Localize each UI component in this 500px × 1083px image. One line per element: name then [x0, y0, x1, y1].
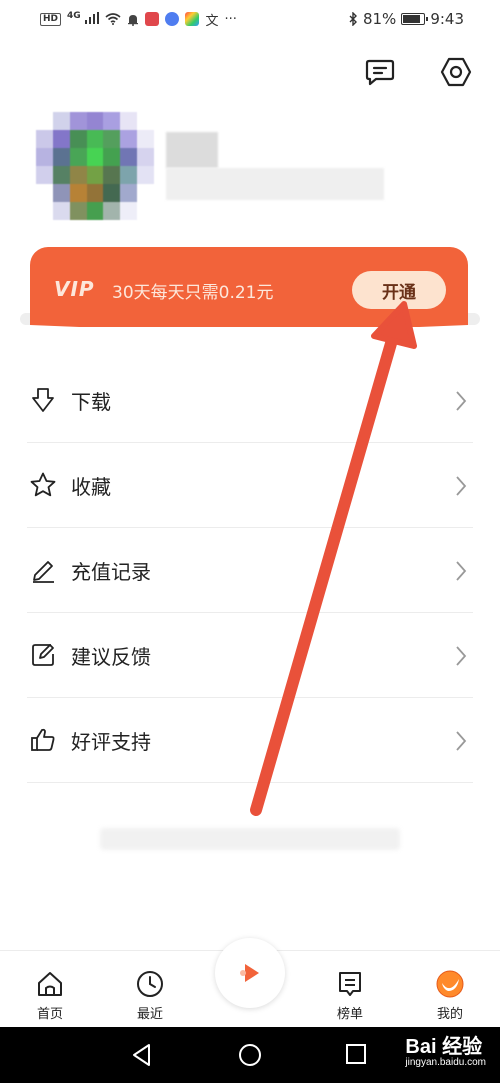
status-bar-right: 81% 9:43: [349, 10, 464, 28]
tab-label: 最近: [136, 1007, 163, 1022]
vip-logo: VIP: [54, 277, 95, 301]
tab-label: 榜单: [336, 1007, 363, 1022]
menu-item-recharge-history[interactable]: 充值记录: [27, 528, 473, 613]
app-icon: [145, 12, 160, 26]
play-button[interactable]: [215, 938, 285, 1008]
recents-icon[interactable]: [345, 1043, 367, 1065]
watermark: Bai 经验 jingyan.baidu.com: [405, 1030, 486, 1068]
status-bar-left: HD 4G 文 ···: [40, 10, 237, 29]
battery-icon: [401, 13, 429, 25]
tab-recent[interactable]: 最近: [120, 969, 180, 1022]
home-nav-icon[interactable]: [238, 1043, 262, 1067]
back-icon[interactable]: [131, 1043, 153, 1067]
app-icon: [165, 12, 180, 26]
clock-time: 9:43: [430, 10, 464, 28]
menu-item-download[interactable]: 下载: [27, 358, 473, 443]
star-icon: [30, 472, 56, 497]
battery-percent: 81%: [362, 10, 397, 28]
status-bar: HD 4G 文 ··· 81% 9:43: [0, 0, 500, 38]
clock-icon: [137, 971, 163, 997]
chart-list-icon: [339, 972, 361, 996]
menu-item-label: 建议反馈: [71, 644, 151, 669]
battery-level: [403, 15, 420, 23]
thumbs-up-icon: [31, 728, 55, 751]
chevron-right-icon: [456, 561, 467, 581]
menu-item-label: 好评支持: [71, 729, 151, 754]
vip-open-button[interactable]: 开通: [352, 271, 446, 309]
hd-badge: HD: [40, 12, 62, 26]
profile-icon: [436, 970, 464, 998]
tab-label: 首页: [36, 1007, 63, 1022]
more-icon: ···: [224, 11, 237, 27]
signal-icon: 4G: [67, 10, 100, 28]
avatar[interactable]: [36, 112, 154, 220]
message-icon[interactable]: [364, 56, 396, 88]
menu-item-label: 充值记录: [71, 559, 151, 584]
app-icon: [185, 12, 200, 26]
chevron-right-icon: [456, 391, 467, 411]
menu-item-label: 收藏: [71, 474, 111, 499]
bluetooth-icon: [349, 12, 357, 26]
vip-promo-text: 30天每天只需0.21元: [112, 283, 274, 303]
bell-icon: [128, 14, 139, 26]
watermark-logo: Bai 经验: [405, 1036, 483, 1058]
chevron-right-icon: [456, 731, 467, 751]
feedback-icon: [32, 644, 54, 666]
menu-item-label: 下载: [71, 389, 111, 414]
username: [166, 132, 218, 168]
download-icon: [32, 388, 54, 412]
chevron-right-icon: [456, 476, 467, 496]
network-type: 4G: [67, 11, 81, 21]
tab-mine[interactable]: 我的: [420, 969, 480, 1022]
menu-item-feedback[interactable]: 建议反馈: [27, 613, 473, 698]
home-icon: [38, 972, 62, 996]
edit-icon: [33, 561, 54, 583]
vip-banner[interactable]: VIP 30天每天只需0.21元 开通: [30, 247, 468, 327]
menu-list: 下载 收藏 充值记录 建议反馈 好评支持: [27, 358, 473, 783]
watermark-url: jingyan.baidu.com: [405, 1057, 486, 1068]
system-nav-bar: Bai 经验 jingyan.baidu.com: [0, 1027, 500, 1083]
tab-charts[interactable]: 榜单: [320, 969, 380, 1022]
play-icon: [240, 964, 259, 982]
menu-item-rate-support[interactable]: 好评支持: [27, 698, 473, 783]
user-id: [166, 168, 384, 200]
menu-item-favorites[interactable]: 收藏: [27, 443, 473, 528]
tab-label: 我的: [436, 1007, 463, 1022]
version-info: [100, 828, 400, 850]
tab-home[interactable]: 首页: [20, 969, 80, 1022]
wifi-icon: [105, 13, 121, 25]
chevron-right-icon: [456, 646, 467, 666]
settings-icon[interactable]: [440, 56, 472, 88]
translate-icon: 文: [205, 13, 219, 29]
